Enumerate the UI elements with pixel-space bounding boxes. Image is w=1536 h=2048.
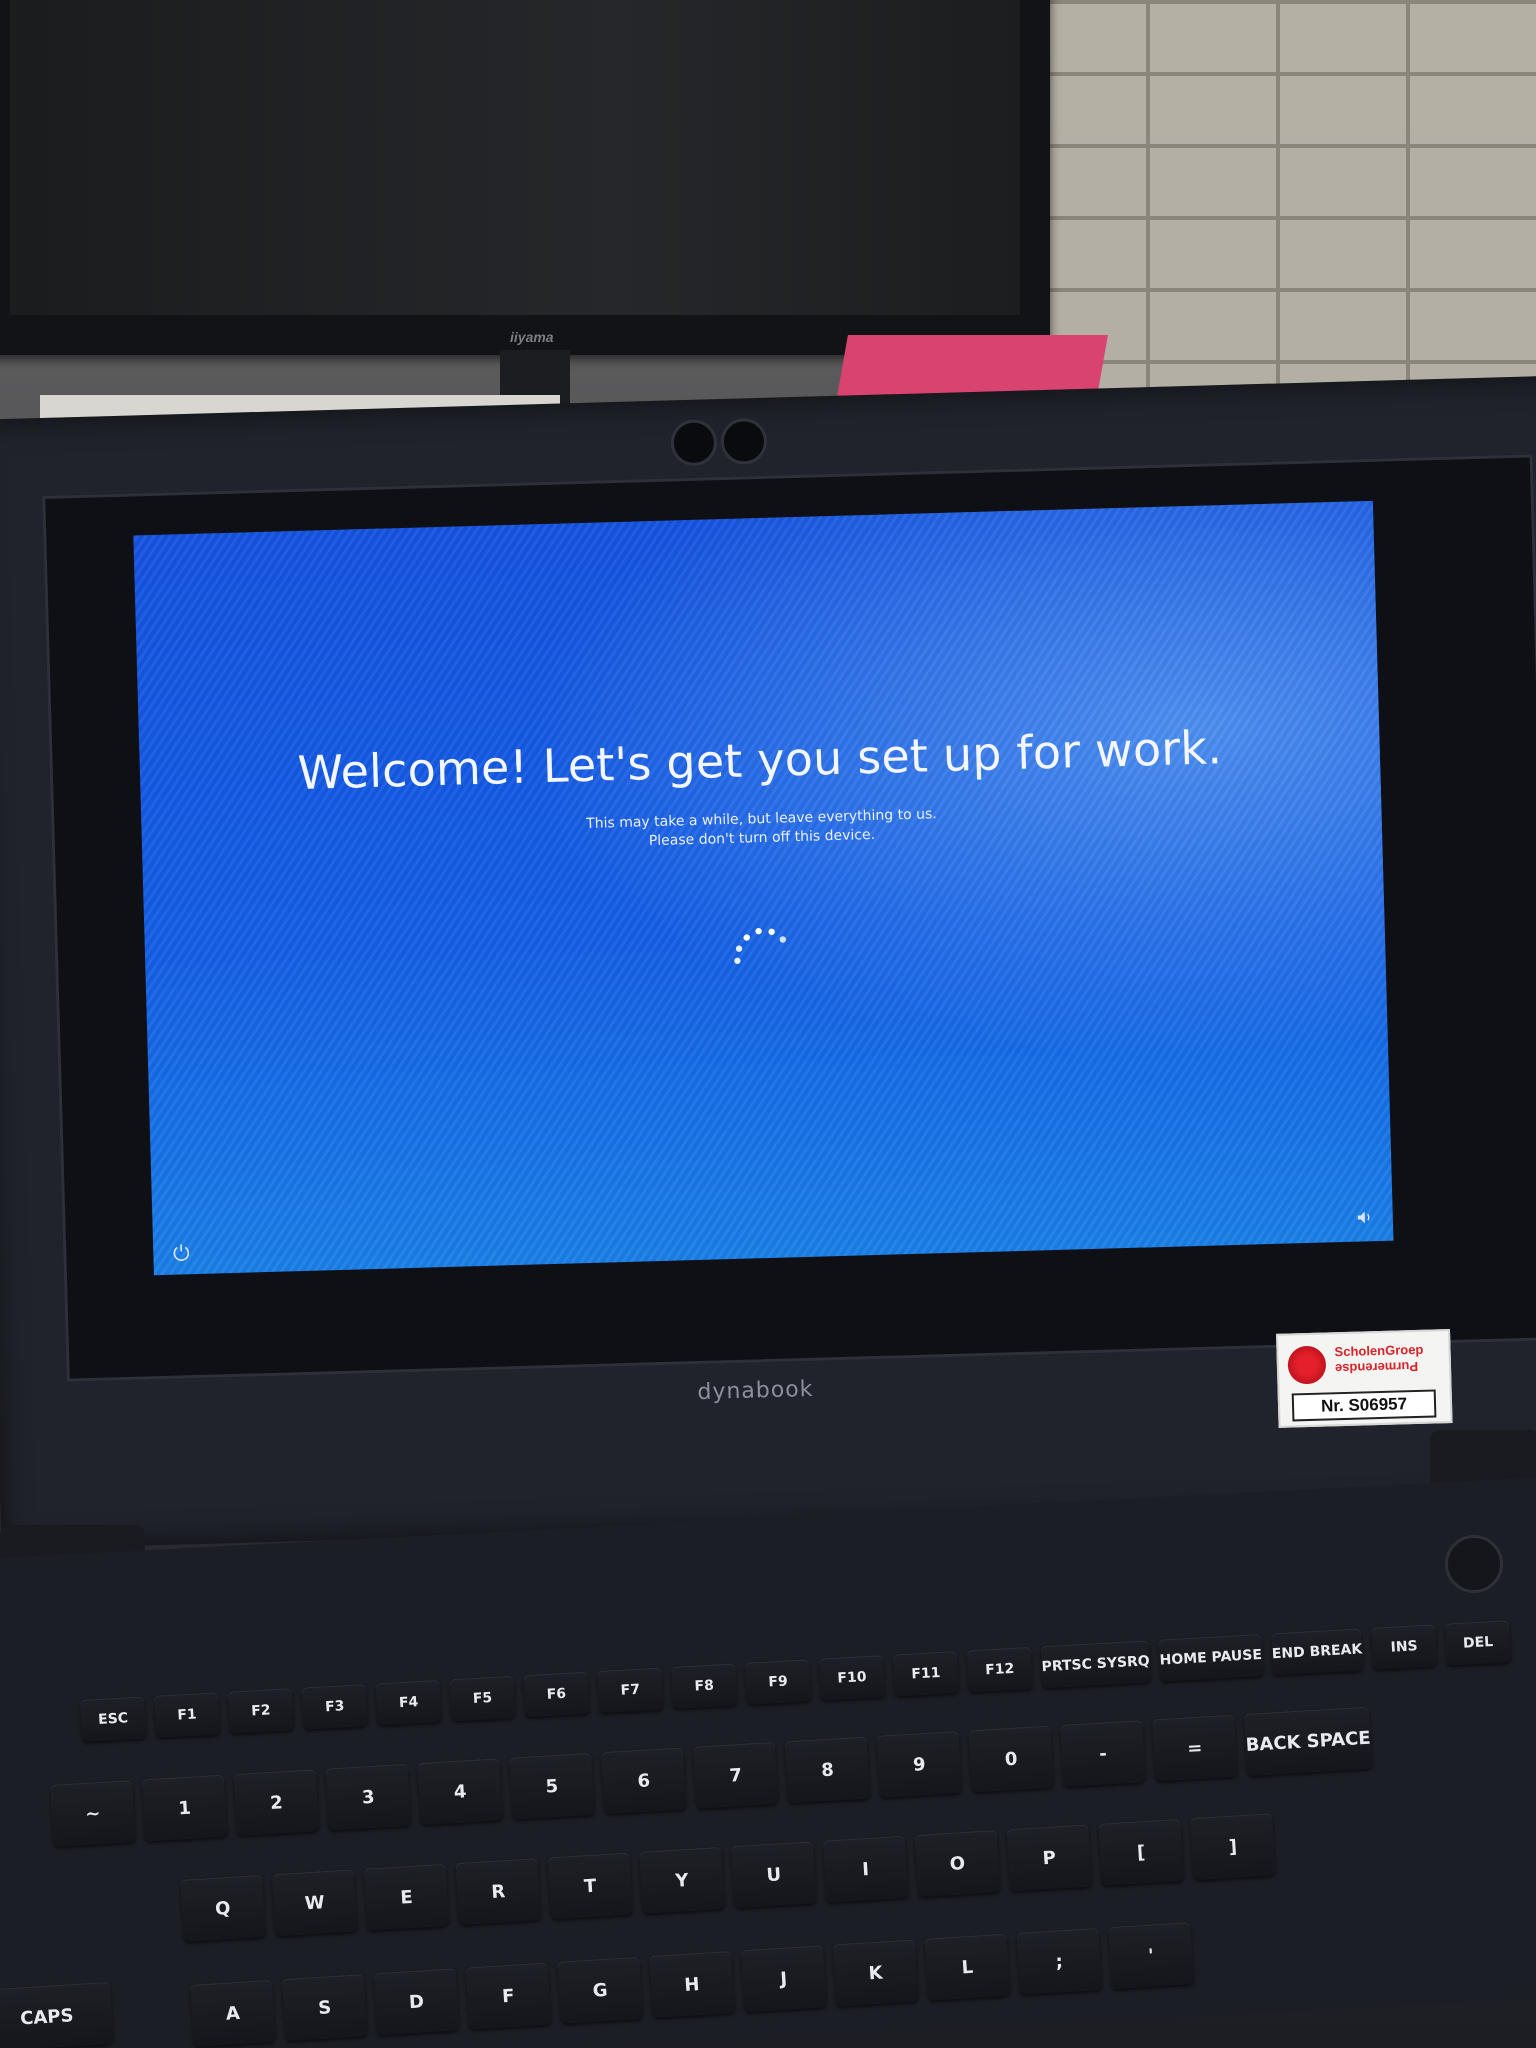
key-fn-3[interactable]: F3 [301, 1684, 368, 1730]
key-fn-7[interactable]: F7 [597, 1667, 664, 1714]
key-num-3[interactable]: 3 [325, 1763, 412, 1831]
key-top-9[interactable]: P [1006, 1824, 1093, 1892]
key-fn-2[interactable]: F2 [227, 1688, 295, 1734]
key-num-9[interactable]: 9 [876, 1731, 963, 1798]
key-home-5[interactable]: H [649, 1950, 735, 2018]
webcam-icon [670, 419, 718, 467]
key-fn-16[interactable]: INS [1371, 1624, 1438, 1670]
key-fn-15[interactable]: END BREAK [1270, 1628, 1364, 1676]
key-fn-17[interactable]: DEL [1444, 1620, 1512, 1666]
power-button[interactable] [1445, 1535, 1503, 1593]
key-home-0[interactable]: A [190, 1979, 276, 2047]
sticker-org-line-1: ScholenGroep [1334, 1341, 1424, 1360]
key-num-13[interactable]: BACK SPACE [1243, 1706, 1373, 1776]
key-top-5[interactable]: Y [639, 1846, 725, 1914]
webcam-sensor-icon [720, 417, 768, 466]
windows-setup-screen: Welcome! Let's get you set up for work. … [133, 500, 1394, 1276]
key-fn-12[interactable]: F12 [966, 1646, 1033, 1693]
welcome-subtitle: This may take a while, but leave everyth… [141, 793, 1382, 866]
key-num-10[interactable]: 0 [968, 1725, 1054, 1793]
key-num-4[interactable]: 4 [417, 1758, 503, 1826]
dynabook-logo: dynabook [697, 1376, 814, 1406]
key-num-8[interactable]: 8 [784, 1736, 871, 1804]
key-home-4[interactable]: G [557, 1956, 644, 2024]
key-num-1[interactable]: 1 [141, 1774, 228, 1842]
key-home-6[interactable]: J [740, 1945, 827, 2013]
background-monitor: iiyama [0, 0, 1050, 355]
caps-row: CAPS [0, 1981, 124, 2048]
power-icon[interactable] [171, 1242, 192, 1263]
welcome-title: Welcome! Let's get you set up for work. [296, 720, 1223, 800]
key-top-1[interactable]: W [271, 1869, 358, 1937]
photo-scene: iiyama Welcome! Let's get you set up for… [0, 0, 1536, 2048]
key-top-6[interactable]: U [730, 1841, 817, 1909]
key-fn-6[interactable]: F6 [523, 1671, 590, 1718]
key-home-7[interactable]: K [832, 1939, 919, 2007]
monitor-brand: iiyama [510, 329, 554, 345]
key-caps-lock[interactable]: CAPS [0, 1981, 114, 2048]
key-fn-11[interactable]: F11 [892, 1650, 959, 1697]
key-home-3[interactable]: F [465, 1962, 552, 2030]
key-fn-14[interactable]: HOME PAUSE [1158, 1633, 1264, 1682]
key-home-8[interactable]: L [924, 1933, 1011, 2001]
key-fn-8[interactable]: F8 [671, 1663, 738, 1709]
key-num-12[interactable]: = [1152, 1714, 1238, 1782]
key-top-4[interactable]: T [547, 1852, 633, 1920]
asset-sticker: ScholenGroep Purmerendse Nr. S06957 [1276, 1329, 1453, 1428]
key-num-0[interactable]: ~ [50, 1780, 136, 1847]
key-home-9[interactable]: ; [1016, 1927, 1103, 1995]
volume-icon[interactable] [1355, 1207, 1376, 1228]
key-home-10[interactable]: ' [1108, 1922, 1194, 1990]
loading-spinner-icon [734, 927, 787, 964]
key-fn-5[interactable]: F5 [449, 1675, 516, 1722]
key-num-2[interactable]: 2 [233, 1769, 320, 1836]
laptop-lid: Welcome! Let's get you set up for work. … [0, 375, 1536, 1550]
key-home-2[interactable]: D [373, 1968, 460, 2036]
key-fn-1[interactable]: F1 [153, 1692, 221, 1738]
key-fn-4[interactable]: F4 [375, 1679, 442, 1726]
key-fn-10[interactable]: F10 [818, 1655, 886, 1701]
key-top-7[interactable]: I [822, 1835, 909, 1903]
key-top-0[interactable]: Q [180, 1874, 266, 1942]
key-num-7[interactable]: 7 [692, 1741, 779, 1809]
sticker-org-line-2: Purmerendse [1334, 1358, 1419, 1377]
key-num-5[interactable]: 5 [509, 1752, 595, 1820]
key-fn-13[interactable]: PRTSC SYSRQ [1040, 1640, 1151, 1689]
key-top-11[interactable]: ] [1190, 1813, 1276, 1881]
school-logo-icon [1284, 1342, 1330, 1388]
key-top-3[interactable]: R [455, 1858, 542, 1926]
key-top-8[interactable]: O [914, 1830, 1001, 1897]
asset-number: Nr. S06957 [1291, 1389, 1437, 1422]
key-home-1[interactable]: S [281, 1974, 368, 2042]
key-num-6[interactable]: 6 [601, 1747, 687, 1815]
key-fn-0[interactable]: ESC [80, 1696, 147, 1742]
key-top-10[interactable]: [ [1098, 1818, 1184, 1886]
monitor-screen [10, 0, 1020, 315]
key-fn-9[interactable]: F9 [744, 1659, 812, 1705]
key-top-2[interactable]: E [363, 1863, 450, 1931]
key-num-11[interactable]: - [1060, 1720, 1146, 1787]
